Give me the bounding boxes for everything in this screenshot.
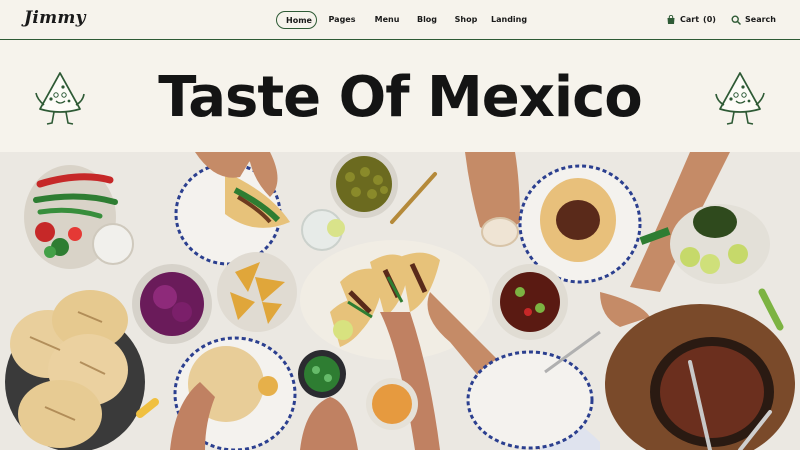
search-button[interactable]: Search — [731, 11, 776, 29]
cart-count: (0) — [703, 15, 716, 24]
shopping-bag-icon — [667, 15, 675, 24]
food-table-illustration — [0, 152, 800, 450]
cart-label: Cart — [680, 15, 700, 24]
search-icon — [731, 15, 741, 25]
search-label: Search — [745, 15, 776, 24]
header-tools: Cart (0) Search — [0, 11, 800, 29]
nacho-chip-mascot-icon — [715, 72, 765, 125]
hero-title-band: Taste Of Mexico — [0, 41, 800, 152]
top-navigation-bar: Jimmy Home Pages Menu Blog Shop Landing … — [0, 0, 800, 40]
cart-button[interactable]: Cart (0) — [666, 11, 716, 29]
hero-food-photo — [0, 152, 800, 450]
hero-title: Taste Of Mexico — [158, 65, 643, 130]
